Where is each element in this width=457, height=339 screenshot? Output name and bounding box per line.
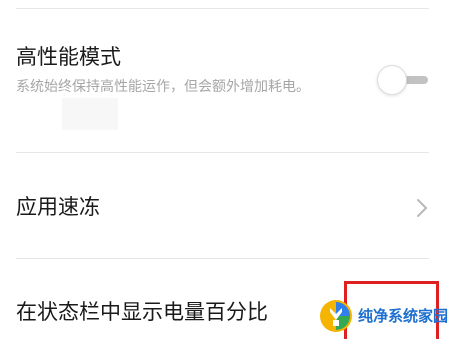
- settings-screen: 高性能模式 系统始终保持高性能运作，但会额外增加耗电。 应用速冻 在状态栏中显示…: [0, 0, 457, 339]
- watermark-text: 纯净系统家园: [358, 307, 449, 325]
- toggle-knob: [377, 65, 407, 95]
- high-performance-description: 系统始终保持高性能运作，但会额外增加耗电。: [16, 79, 310, 95]
- divider-top: [16, 8, 429, 9]
- divider-2: [16, 258, 429, 259]
- battery-percent-title: 在状态栏中显示电量百分比: [16, 300, 268, 324]
- divider-1: [16, 152, 429, 153]
- high-performance-toggle[interactable]: [374, 65, 430, 95]
- chevron-right-icon: [417, 199, 427, 217]
- high-performance-title: 高性能模式: [16, 45, 121, 69]
- faint-patch: [62, 98, 118, 130]
- watermark: 纯净系统家园: [318, 296, 454, 336]
- logo-icon: [320, 300, 352, 332]
- app-freeze-title: 应用速冻: [16, 195, 100, 219]
